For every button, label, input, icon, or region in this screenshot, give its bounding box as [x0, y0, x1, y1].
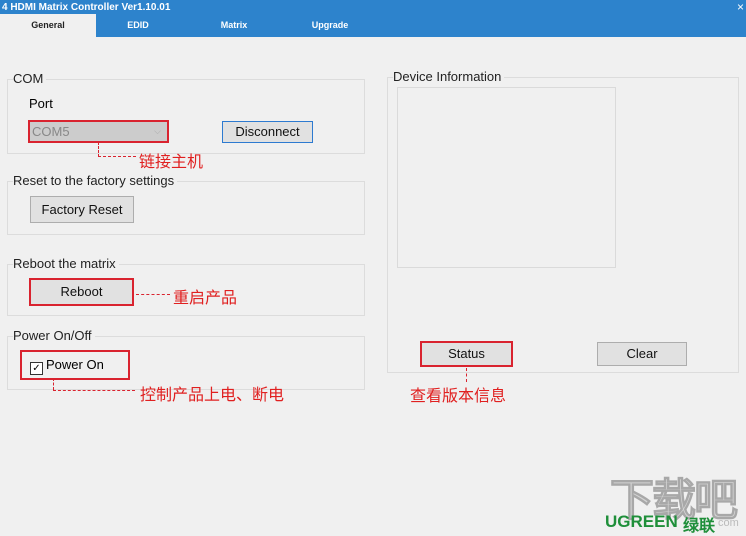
reboot-title: Reboot the matrix — [13, 256, 119, 271]
factory-reset-button[interactable]: Factory Reset — [30, 196, 134, 223]
com-title: COM — [13, 71, 47, 86]
watermark-brand-cn: 绿联 — [683, 518, 716, 535]
annotation-line — [98, 142, 99, 157]
window-title: 4 HDMI Matrix Controller Ver1.10.01 — [2, 2, 171, 13]
power-title: Power On/Off — [13, 328, 95, 343]
watermark-brand: UGREEN — [605, 512, 678, 531]
chevron-down-icon: ⌵ — [154, 126, 161, 136]
power-on-label: Power On — [46, 357, 104, 372]
checkbox-checked-icon: ✓ — [30, 362, 43, 375]
tab-upgrade[interactable]: Upgrade — [282, 14, 378, 37]
tab-matrix[interactable]: Matrix — [186, 14, 282, 37]
clear-button[interactable]: Clear — [597, 342, 687, 366]
port-value: COM5 — [32, 124, 70, 139]
port-label: Port — [29, 96, 53, 111]
title-bar: 4 HDMI Matrix Controller Ver1.10.01 × Ge… — [0, 0, 746, 37]
reboot-button[interactable]: Reboot — [29, 278, 134, 306]
device-info-title: Device Information — [393, 69, 505, 84]
status-button[interactable]: Status — [420, 341, 513, 367]
annotation-line — [53, 390, 135, 391]
power-on-checkbox[interactable]: ✓ Power On — [20, 350, 130, 380]
annotation-line — [98, 156, 136, 157]
device-info-textbox[interactable] — [397, 87, 616, 268]
annotation-line — [136, 294, 170, 295]
close-icon[interactable]: × — [737, 0, 744, 14]
status-annotation: 查看版本信息 — [410, 388, 507, 405]
annotation-line — [53, 378, 54, 390]
reboot-annotation: 重启产品 — [173, 290, 238, 307]
watermark-suffix: com — [718, 517, 739, 529]
reset-title: Reset to the factory settings — [13, 173, 178, 188]
tab-edid[interactable]: EDID — [90, 14, 186, 37]
tab-general[interactable]: General — [0, 14, 96, 37]
com-annotation: 链接主机 — [139, 154, 204, 171]
disconnect-button[interactable]: Disconnect — [222, 121, 313, 143]
port-select[interactable]: COM5 ⌵ — [28, 120, 169, 143]
power-annotation: 控制产品上电、断电 — [140, 387, 285, 404]
annotation-line — [466, 368, 467, 382]
